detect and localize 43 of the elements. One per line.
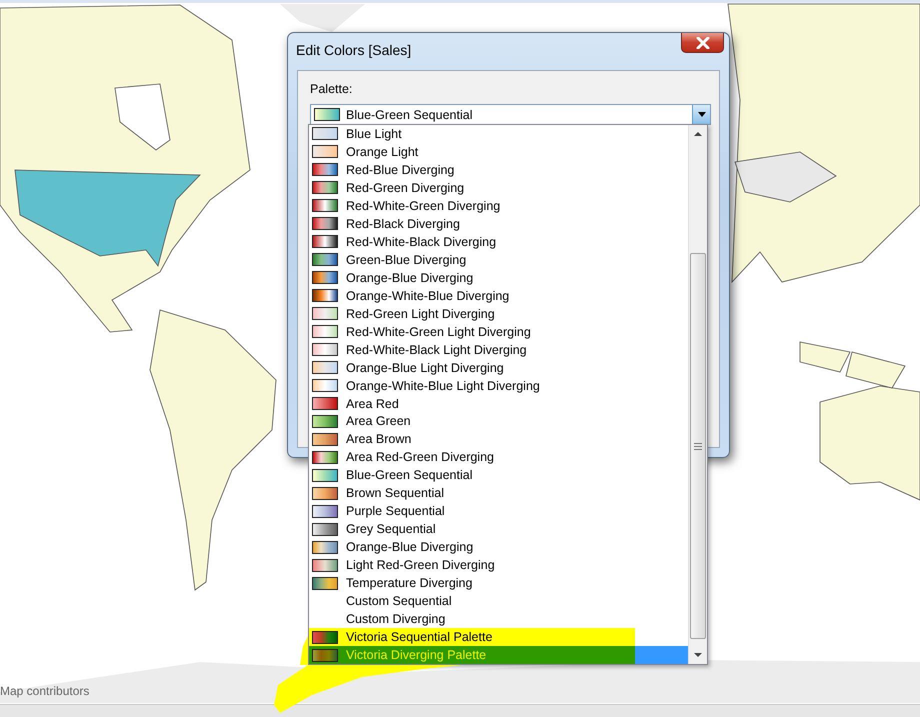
palette-swatch	[312, 397, 338, 410]
scroll-up-icon[interactable]	[694, 132, 702, 136]
palette-swatch	[312, 630, 338, 644]
palette-swatch	[312, 145, 338, 158]
palette-dropdown[interactable]: Blue-Green Sequential	[310, 104, 711, 125]
caret-icon	[698, 112, 706, 117]
palette-swatch	[312, 235, 338, 248]
window-title: Edit Colors [Sales]	[296, 42, 412, 58]
close-icon	[696, 36, 710, 48]
palette-swatch	[312, 343, 338, 356]
palette-swatch	[314, 108, 340, 121]
palette-label: Palette:	[310, 82, 352, 96]
scroll-down-icon[interactable]	[694, 653, 702, 657]
palette-swatch	[312, 181, 338, 194]
palette-swatch	[312, 432, 338, 446]
palette-swatch	[312, 361, 338, 374]
grip-icon	[694, 442, 702, 450]
palette-swatch	[312, 271, 338, 284]
palette-swatch	[312, 504, 338, 518]
palette-swatch	[312, 450, 338, 464]
palette-option[interactable]: Blue Light	[309, 125, 688, 143]
palette-swatch	[312, 648, 338, 662]
map-attribution: Map contributors	[0, 684, 90, 698]
palette-swatch	[312, 558, 338, 572]
palette-swatch	[312, 379, 338, 392]
palette-value: Blue-Green Sequential	[346, 108, 472, 122]
dropdown-button[interactable]	[692, 105, 710, 124]
palette-swatch	[312, 468, 338, 482]
palette-swatch	[312, 414, 338, 428]
palette-swatch	[312, 576, 338, 590]
palette-swatch	[312, 486, 338, 500]
palette-swatch	[312, 199, 338, 212]
palette-swatch	[312, 127, 338, 140]
palette-swatch	[312, 540, 338, 554]
palette-swatch	[312, 289, 338, 302]
palette-swatch	[312, 253, 338, 266]
palette-swatch	[312, 217, 338, 230]
close-button[interactable]	[681, 33, 724, 53]
palette-swatch	[312, 325, 338, 338]
palette-swatch	[312, 522, 338, 536]
scrollbar-thumb[interactable]	[690, 253, 706, 639]
palette-swatch	[312, 307, 338, 320]
palette-swatch	[312, 163, 338, 176]
